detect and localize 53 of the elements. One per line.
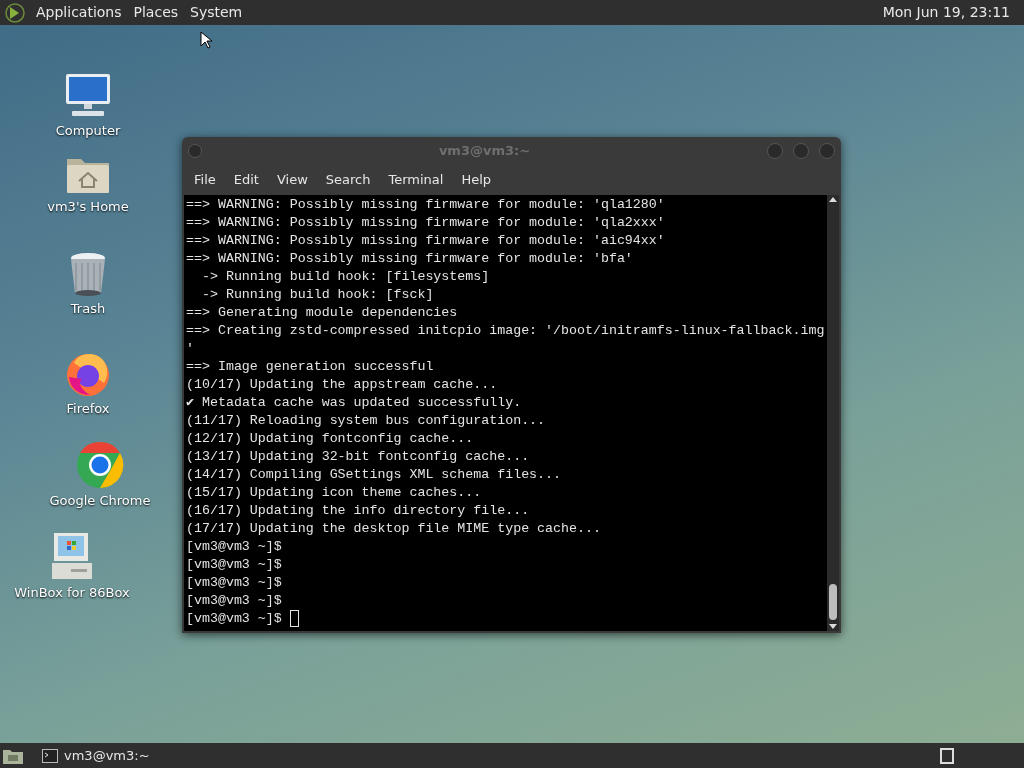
- taskbar-window-button[interactable]: vm3@vm3:~: [36, 744, 156, 767]
- terminal-line: (16/17) Updating the info directory file...: [186, 502, 530, 520]
- terminal-menu[interactable]: Edit: [225, 170, 267, 190]
- scrollbar-thumb[interactable]: [829, 584, 837, 620]
- workspace-switcher[interactable]: [940, 747, 954, 764]
- scroll-up-icon[interactable]: [829, 197, 837, 202]
- terminal-menu[interactable]: View: [268, 170, 316, 190]
- terminal-line: -> Running build hook: [fsck]: [200, 286, 434, 304]
- terminal-line: (11/17) Reloading system bus configuration...: [186, 412, 546, 430]
- desktop-icon-label[interactable]: vm3's Home: [47, 197, 129, 217]
- terminal-menu[interactable]: Search: [317, 170, 379, 190]
- terminal-line: (12/17) Updating fontconfig cache...: [186, 430, 474, 448]
- terminal-line: [vm3@vm3 ~]$: [186, 574, 282, 592]
- desktop-icon-label[interactable]: Trash: [70, 299, 106, 319]
- panel-menu[interactable]: System: [184, 2, 249, 23]
- terminal-icon: [42, 748, 58, 763]
- terminal-line: ==> WARNING: Possibly missing firmware for module: 'qla1280': [186, 196, 665, 214]
- terminal-line: ==> Image generation successful: [186, 358, 434, 376]
- terminal-line: (14/17) Compiling GSettings XML schema files...: [186, 466, 562, 484]
- terminal-menu[interactable]: File: [186, 170, 224, 190]
- terminal-line: ==> WARNING: Possibly missing firmware for module: 'aic94xx': [186, 232, 665, 250]
- terminal-line: ==> Creating zstd-compressed initcpio image: '/boot/initramfs-linux-fallback.img: [186, 322, 825, 340]
- trash-icon: [68, 251, 108, 297]
- terminal-menu[interactable]: Help: [453, 170, 500, 190]
- terminal-line: ==> WARNING: Possibly missing firmware for module: 'bfa': [186, 250, 633, 268]
- terminal-line: [vm3@vm3 ~]$: [186, 538, 282, 556]
- terminal-line: ==> Generating module dependencies: [186, 304, 458, 322]
- chrome-icon: [76, 441, 124, 489]
- terminal-line: ✔ Metadata cache was updated successfully.: [186, 394, 522, 412]
- terminal-line: [vm3@vm3 ~]$: [186, 592, 282, 610]
- desktop-icon-label[interactable]: Firefox: [66, 399, 110, 419]
- terminal-line: (15/17) Updating icon theme caches...: [186, 484, 482, 502]
- mouse-pointer-icon: [200, 31, 212, 49]
- terminal-line: ==> WARNING: Possibly missing firmware for module: 'qla2xxx': [186, 214, 665, 232]
- terminal-line: (10/17) Updating the appstream cache...: [186, 376, 498, 394]
- text-cursor: [289, 610, 299, 627]
- panel-menu[interactable]: Applications: [30, 2, 128, 23]
- terminal-line: -> Running build hook: [filesystems]: [200, 268, 490, 286]
- desktop-icon-label[interactable]: Computer: [55, 121, 121, 141]
- terminal-line: ': [186, 340, 194, 358]
- terminal-menu[interactable]: Terminal: [380, 170, 452, 190]
- menu-logo-icon[interactable]: [4, 1, 26, 24]
- terminal-line: (17/17) Updating the desktop file MIME type cache...: [186, 520, 601, 538]
- terminal-line: [vm3@vm3 ~]$: [186, 556, 282, 574]
- scroll-down-icon[interactable]: [829, 624, 837, 629]
- scrollbar[interactable]: [827, 195, 839, 631]
- retro-computer-icon: [51, 531, 93, 581]
- desktop-icon-label[interactable]: Google Chrome: [49, 491, 151, 511]
- terminal-line: (13/17) Updating 32-bit fontconfig cache...: [186, 448, 530, 466]
- computer-icon: [64, 71, 112, 119]
- clock[interactable]: Mon Jun 19, 23:11: [882, 2, 1020, 23]
- panel-menu[interactable]: Places: [127, 2, 185, 23]
- terminal-line: [vm3@vm3 ~]$: [186, 610, 283, 628]
